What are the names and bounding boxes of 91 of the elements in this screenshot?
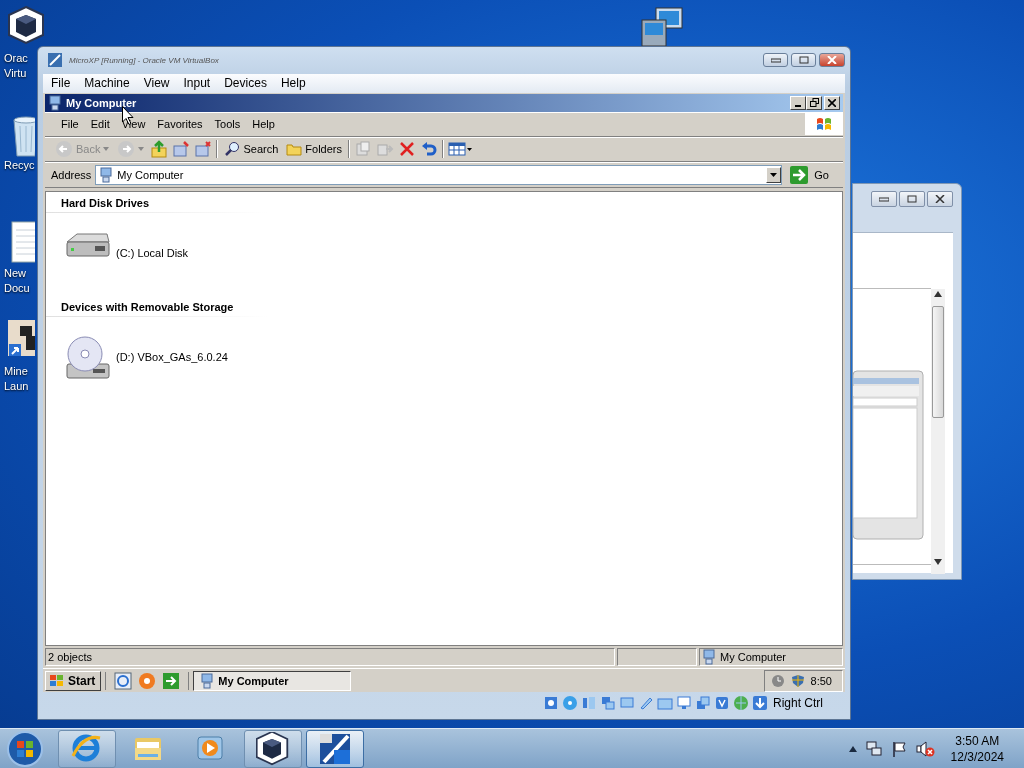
maximize-button[interactable]: [791, 53, 816, 68]
down-arrow-icon: [934, 559, 942, 565]
maximize-icon: [798, 56, 809, 65]
group-heading: Devices with Removable Storage: [61, 299, 235, 315]
caret-icon: [138, 147, 145, 152]
monitor-icon[interactable]: [676, 695, 692, 711]
start-orb-icon[interactable]: [6, 729, 44, 768]
up-caret-icon[interactable]: [848, 745, 857, 752]
window-title: MicroXP [Running] - Oracle VM VirtualBox: [69, 55, 220, 65]
icon-label: Laun: [4, 379, 29, 394]
status-text: 2 objects: [45, 648, 615, 667]
caret-icon: [103, 147, 110, 152]
icon-label: Virtu: [4, 66, 27, 81]
icon-label: Mine: [4, 364, 28, 379]
icon-label: New: [4, 266, 26, 281]
taskbar-button[interactable]: My Computer: [193, 670, 352, 691]
group-heading: Hard Disk Drives: [61, 195, 151, 211]
network-icon[interactable]: [864, 739, 883, 758]
folder-cross-icon[interactable]: [194, 140, 213, 159]
caret-icon: [770, 172, 778, 177]
undo-icon[interactable]: [420, 140, 438, 159]
menu-item[interactable]: Tools: [208, 116, 247, 133]
views-grid-icon[interactable]: [448, 141, 472, 158]
network-icon[interactable]: [600, 695, 616, 711]
drive-label[interactable]: (C:) Local Disk: [116, 246, 189, 259]
browser-icon[interactable]: [114, 671, 133, 690]
clock: 8:50: [810, 674, 832, 687]
taskbar-button[interactable]: [306, 729, 364, 768]
menu-item[interactable]: File: [55, 116, 85, 133]
close-button[interactable]: [927, 191, 953, 207]
minimize-icon: [770, 57, 781, 64]
clock[interactable]: 3:50 AM 12/3/2024: [950, 732, 1004, 765]
shield-icon: [790, 673, 805, 688]
menu-item[interactable]: File: [45, 75, 77, 92]
minimize-icon: [879, 196, 889, 202]
close-icon: [827, 56, 837, 65]
pencil-icon[interactable]: [638, 695, 654, 711]
folders-button[interactable]: Folders: [284, 140, 344, 159]
icon-label: Docu: [4, 281, 30, 296]
window-title: My Computer: [66, 96, 138, 109]
cd-drive-icon[interactable]: [63, 333, 111, 380]
computer-icon: [48, 94, 62, 111]
search-icon: [224, 141, 241, 158]
host-key-label: Right Ctrl: [773, 696, 823, 710]
up-folder-icon[interactable]: [150, 140, 169, 159]
v-icon[interactable]: [714, 695, 730, 711]
ring-icon[interactable]: [138, 671, 157, 690]
windows-logo-icon: [49, 673, 65, 688]
start-button[interactable]: Start: [45, 670, 102, 691]
address-label: Address: [51, 168, 92, 181]
go-button[interactable]: Go: [786, 165, 843, 184]
close-icon: [828, 98, 836, 107]
dropdown-button[interactable]: [766, 166, 782, 183]
xp-logo-icon: [318, 731, 352, 766]
download-icon[interactable]: [752, 695, 768, 711]
scrollbar[interactable]: [931, 289, 945, 574]
up-arrow-icon: [934, 291, 942, 297]
clock-date: 12/3/2024: [950, 748, 1004, 765]
icon-label: Orac: [4, 51, 28, 66]
drive-label[interactable]: (D:) VBox_GAs_6.0.24: [116, 350, 228, 363]
menu-item[interactable]: Help: [246, 116, 281, 133]
app-icon: [47, 52, 63, 69]
search-button[interactable]: Search: [222, 140, 281, 159]
maximize-icon: [907, 195, 917, 203]
flag-icon[interactable]: [890, 739, 907, 758]
muted-speaker-icon[interactable]: [914, 739, 935, 758]
status-zone: My Computer: [699, 648, 843, 667]
network-computer-icon[interactable]: [640, 6, 686, 46]
menu-item[interactable]: Edit: [84, 116, 116, 133]
menu-item[interactable]: Machine: [78, 75, 136, 92]
minimize-icon: [795, 104, 801, 107]
cube-icon: [256, 731, 290, 766]
restore-button[interactable]: [806, 95, 822, 110]
go-arrow-icon: [790, 165, 809, 184]
address-field[interactable]: My Computer: [95, 164, 783, 185]
disc-icon[interactable]: [562, 695, 578, 711]
menu-item[interactable]: Help: [274, 75, 312, 92]
menu-item[interactable]: View: [137, 75, 176, 92]
folder-arrow-icon[interactable]: [172, 140, 191, 159]
close-icon: [935, 195, 945, 203]
clock-icon: [770, 673, 785, 688]
taskbar-button[interactable]: [244, 729, 302, 768]
restore-icon: [809, 98, 819, 108]
computer-icon: [702, 649, 716, 666]
computer-icon: [99, 166, 114, 183]
menu-item[interactable]: Devices: [218, 75, 273, 92]
menu-item[interactable]: Input: [177, 75, 217, 92]
clock-time: 3:50 AM: [955, 732, 1000, 749]
computer-icon: [200, 672, 215, 689]
menu-item[interactable]: Favorites: [151, 116, 209, 133]
icon-label: Recyc: [4, 158, 35, 173]
